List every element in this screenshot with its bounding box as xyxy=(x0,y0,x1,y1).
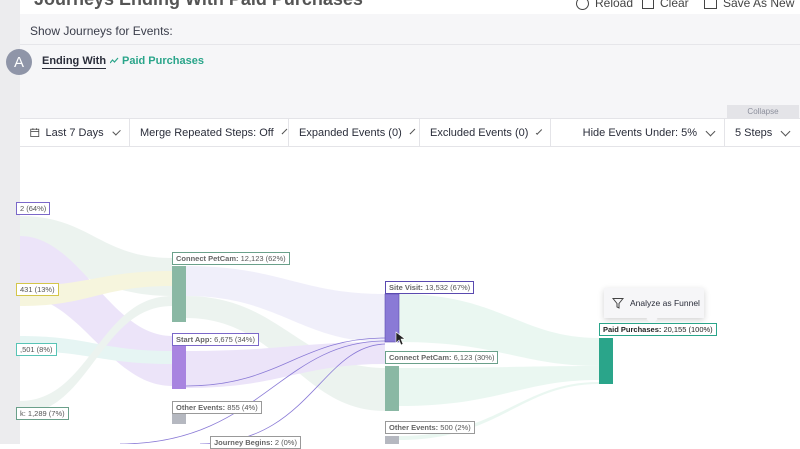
node-connect-petcam-2[interactable] xyxy=(172,266,186,322)
node-value: 13,532 (67%) xyxy=(425,283,471,292)
node-other-events-3[interactable] xyxy=(385,436,399,444)
node-label-journey-begins: Journey Begins: 2 (0%) xyxy=(210,436,301,449)
analyze-as-funnel-button[interactable]: Analyze as Funnel xyxy=(604,288,704,318)
chevron-down-icon xyxy=(281,128,288,134)
excluded-events-label: Excluded Events (0) xyxy=(430,126,529,139)
chevron-down-icon xyxy=(705,126,716,136)
node-value: 20,155 (100%) xyxy=(663,325,713,334)
node-value: 2 (0%) xyxy=(274,438,297,447)
hide-events-label: Hide Events Under: 5% xyxy=(582,126,697,139)
node-label-connect-petcam-2: Connect PetCam: 12,123 (62%) xyxy=(172,252,290,265)
chevron-down-icon xyxy=(536,127,543,135)
node-name: Other Events: xyxy=(389,423,439,432)
save-as-new-button[interactable]: Save As New xyxy=(704,0,794,10)
node-name: Other Events: xyxy=(176,403,226,412)
page-title: Journeys Ending With Paid Purchases xyxy=(34,0,363,10)
expanded-events-label: Expanded Events (0) xyxy=(299,126,402,139)
merge-steps-label: Merge Repeated Steps: Off xyxy=(140,126,274,139)
clear-icon xyxy=(642,0,654,9)
node-name: Connect PetCam: xyxy=(176,254,239,263)
node-value: 855 (4%) xyxy=(227,403,258,412)
node-name: Paid Purchases: xyxy=(603,325,662,334)
node-value: 2 (64%) xyxy=(20,204,47,213)
node-connect-petcam-3[interactable] xyxy=(385,366,399,411)
funnel-icon xyxy=(612,298,624,309)
chevron-down-icon xyxy=(409,128,416,134)
node-label: 431 (13%) xyxy=(16,283,59,296)
node-label-connect-petcam-3: Connect PetCam: 6,123 (30%) xyxy=(385,351,499,364)
ending-with-selector[interactable]: Ending With xyxy=(42,55,107,69)
node-value: 6,123 (30%) xyxy=(453,353,495,362)
hide-events-dropdown[interactable]: Hide Events Under: 5% xyxy=(551,119,725,146)
event-selector[interactable]: Paid Purchases xyxy=(110,55,204,67)
node-value: ,501 (8%) xyxy=(20,345,53,354)
clear-label: Clear xyxy=(660,0,689,10)
node-value: 431 (13%) xyxy=(20,285,55,294)
chevron-down-icon xyxy=(111,126,121,136)
event-name: Paid Purchases xyxy=(122,55,204,67)
expanded-events-dropdown[interactable]: Expanded Events (0) xyxy=(289,119,420,146)
steps-dropdown[interactable]: 5 Steps xyxy=(725,119,800,146)
top-header: Journeys Ending With Paid Purchases Relo… xyxy=(20,0,800,15)
node-value: k: 1,289 (7%) xyxy=(20,409,65,418)
save-as-new-label: Save As New xyxy=(723,0,795,10)
node-label: 2 (64%) xyxy=(16,202,51,215)
avatar: A xyxy=(6,49,32,75)
node-name: Site Visit: xyxy=(389,283,424,292)
node-name: Start App: xyxy=(176,335,212,344)
events-section: Show Journeys for Events: A Ending With … xyxy=(6,14,800,118)
node-start-app[interactable] xyxy=(172,341,186,389)
filter-toolbar: Last 7 Days Merge Repeated Steps: Off Ex… xyxy=(20,118,800,147)
node-label-paid-purchases: Paid Purchases: 20,155 (100%) xyxy=(599,323,717,336)
node-label-start-app: Start App: 6,675 (34%) xyxy=(172,333,259,346)
node-name: Connect PetCam: xyxy=(389,353,452,362)
node-name: Journey Begins: xyxy=(214,438,273,447)
node-label-other-events-2: Other Events: 855 (4%) xyxy=(172,401,262,414)
section-label: Show Journeys for Events: xyxy=(30,24,173,38)
reload-label: Reload xyxy=(595,0,634,10)
steps-label: 5 Steps xyxy=(735,126,773,139)
event-icon xyxy=(110,57,119,63)
node-label-other-events-3: Other Events: 500 (2%) xyxy=(385,421,475,434)
node-label: ,501 (8%) xyxy=(16,343,57,356)
calendar-icon xyxy=(30,128,40,137)
node-paid-purchases[interactable] xyxy=(599,338,613,384)
node-label-site-visit: Site Visit: 13,532 (67%) xyxy=(385,281,475,294)
node-label: k: 1,289 (7%) xyxy=(16,407,69,420)
excluded-events-dropdown[interactable]: Excluded Events (0) xyxy=(420,119,551,146)
collapse-button[interactable]: Collapse xyxy=(727,105,799,118)
analyze-as-funnel-label: Analyze as Funnel xyxy=(630,298,700,308)
date-range-label: Last 7 Days xyxy=(45,126,104,139)
date-range-dropdown[interactable]: Last 7 Days xyxy=(20,119,130,146)
node-value: 6,675 (34%) xyxy=(214,335,255,344)
save-icon xyxy=(704,0,717,9)
node-value: 12,123 (62%) xyxy=(240,254,286,263)
chevron-down-icon xyxy=(780,126,791,136)
node-value: 500 (2%) xyxy=(440,423,471,432)
reload-icon xyxy=(576,0,589,10)
reload-button[interactable]: Reload xyxy=(576,0,633,10)
section-divider xyxy=(20,44,800,45)
clear-button[interactable]: Clear xyxy=(642,0,689,10)
merge-steps-dropdown[interactable]: Merge Repeated Steps: Off xyxy=(130,119,289,146)
